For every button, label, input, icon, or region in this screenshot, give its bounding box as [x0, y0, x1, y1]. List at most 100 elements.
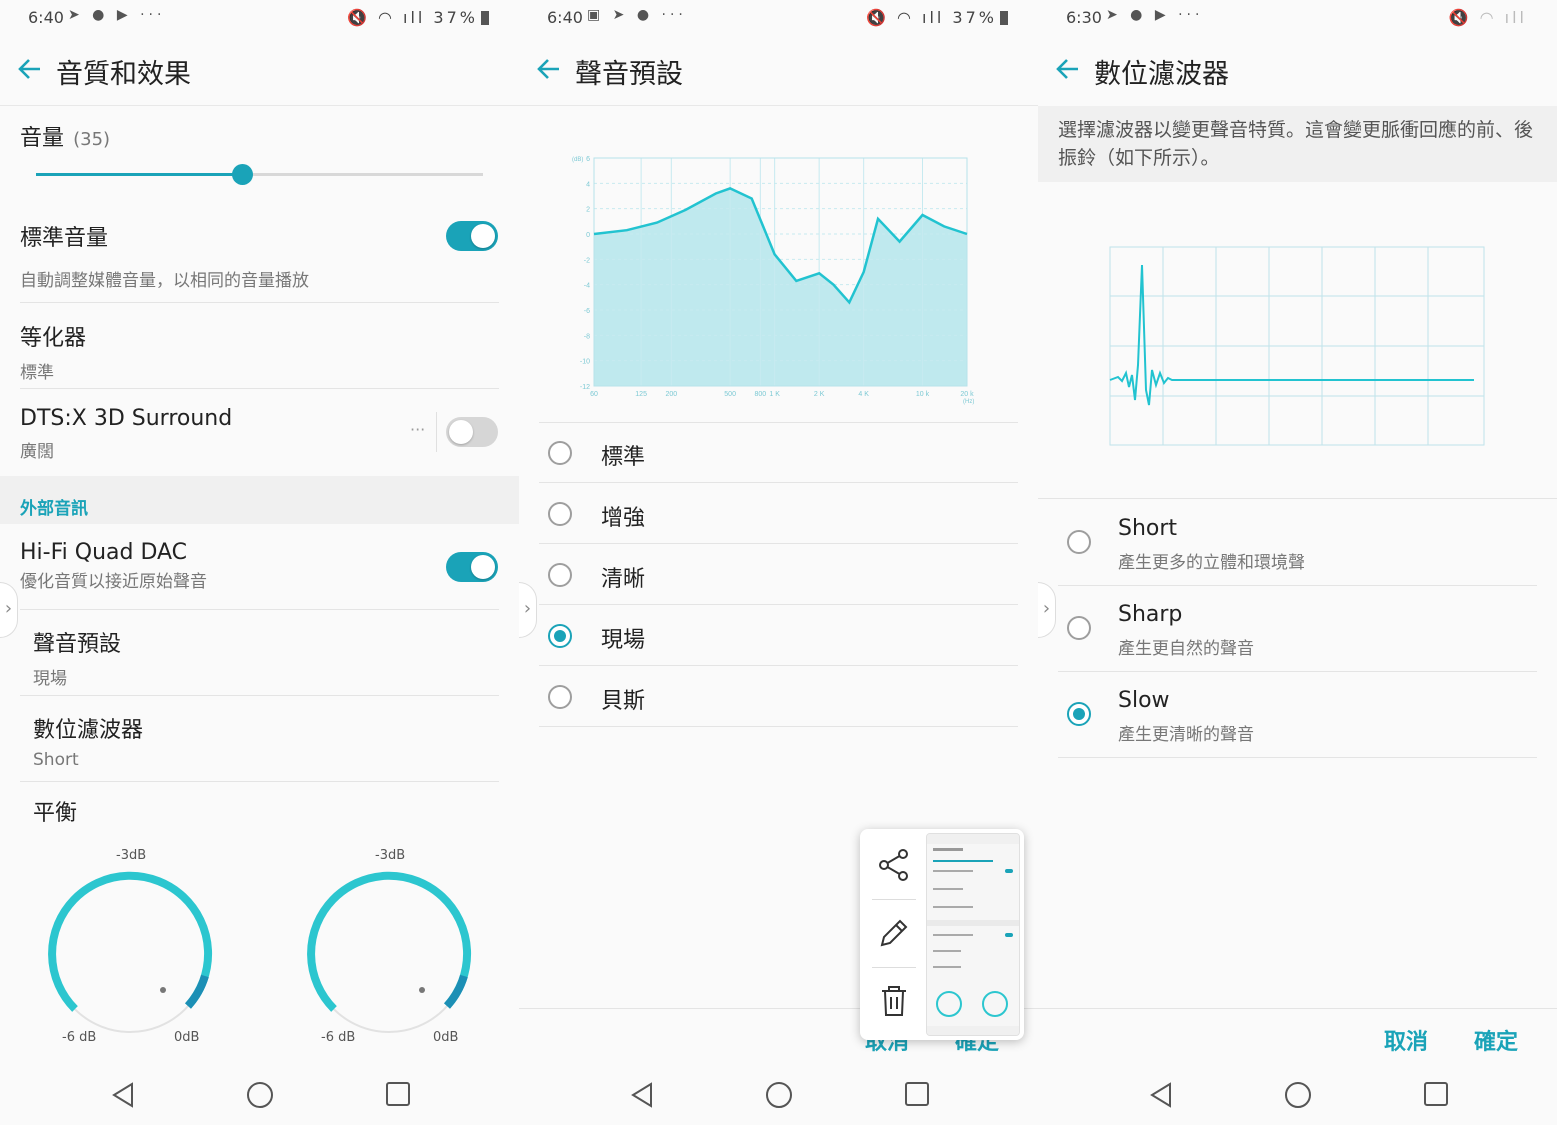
preset-option-live[interactable]: 現場: [539, 606, 1018, 666]
status-time: 6:30: [1066, 8, 1102, 27]
preset-option-label: 清晰: [601, 567, 646, 592]
preset-option-clear[interactable]: 清晰: [539, 545, 1018, 605]
navigation-bar: [0, 1063, 519, 1125]
hifi-toggle[interactable]: [446, 552, 498, 582]
nav-home-icon[interactable]: [1284, 1081, 1312, 1109]
standard-volume-row[interactable]: 標準音量 自動調整媒體音量，以相同的音量播放: [20, 220, 499, 291]
status-bar: 6:40 ▣ ➤ ● ··· 🔇 ◠ ıll 37%: [519, 0, 1038, 34]
page-title: 聲音預設: [575, 59, 683, 90]
standard-volume-toggle[interactable]: [446, 221, 498, 251]
dial-min-label: -6 dB: [62, 1030, 97, 1045]
button-bar-divider: [1038, 1008, 1557, 1009]
radio-button[interactable]: [1067, 530, 1091, 554]
sound-preset-row[interactable]: 聲音預設 現場: [33, 626, 499, 689]
pencil-icon[interactable]: [874, 913, 914, 953]
vertical-divider: [436, 412, 437, 452]
y-tick-label: 6: [586, 156, 590, 163]
ok-button[interactable]: 確定: [1474, 1024, 1518, 1056]
divider: [20, 609, 499, 610]
y-tick-label: -4: [584, 283, 590, 290]
cancel-button[interactable]: 取消: [1384, 1024, 1428, 1056]
share-icon[interactable]: [874, 845, 914, 885]
divider: [1038, 498, 1557, 499]
digital-filter-row[interactable]: 數位濾波器 Short: [33, 712, 499, 770]
filter-option-desc: 產生更自然的聲音: [1118, 639, 1254, 659]
nav-recents-icon[interactable]: [904, 1081, 930, 1107]
radio-button[interactable]: [548, 563, 572, 587]
nav-home-icon[interactable]: [765, 1081, 793, 1109]
page-title: 音質和效果: [56, 59, 191, 90]
x-tick-label: 500: [724, 391, 736, 398]
y-tick-label: -2: [584, 257, 590, 264]
back-arrow-icon[interactable]: [16, 54, 44, 84]
filter-option-short[interactable]: Short 產生更多的立體和環境聲: [1058, 500, 1537, 586]
dts-toggle[interactable]: [446, 417, 498, 447]
y-tick-label: 2: [586, 207, 590, 214]
nav-recents-icon[interactable]: [385, 1081, 411, 1107]
filter-option-name: Sharp: [1118, 602, 1183, 627]
y-tick-label: 0: [586, 232, 590, 239]
volume-label: 音量: [20, 126, 65, 151]
status-right-text: 🔇 ◠ ıll 37%: [346, 8, 478, 27]
divider: [20, 781, 499, 782]
dial-graphic: [307, 871, 472, 1033]
balance-dial-left[interactable]: -3dB -6 dB 0dB: [40, 846, 220, 1046]
back-arrow-icon[interactable]: [535, 54, 563, 84]
radio-button[interactable]: [548, 685, 572, 709]
volume-row: 音量 (35): [20, 120, 499, 152]
radio-button[interactable]: [548, 502, 572, 526]
radio-button[interactable]: [548, 624, 572, 648]
hifi-row[interactable]: Hi-Fi Quad DAC 優化音質以接近原始聲音: [20, 540, 499, 592]
equalizer-row[interactable]: 等化器 標準: [20, 320, 499, 383]
edge-panel-tab[interactable]: ›: [0, 582, 18, 638]
volume-slider[interactable]: [36, 164, 483, 186]
dts-title: DTS:X 3D Surround: [20, 406, 233, 431]
nav-back-icon[interactable]: [110, 1081, 136, 1109]
nav-back-icon[interactable]: [1148, 1081, 1174, 1109]
dts-row[interactable]: DTS:X 3D Surround 廣闊: [20, 406, 499, 462]
balance-dial-right[interactable]: -3dB -6 dB 0dB: [299, 846, 479, 1046]
x-tick-label: 200: [665, 391, 677, 398]
trash-icon[interactable]: [874, 981, 914, 1021]
sound-preset-title: 聲音預設: [33, 632, 122, 657]
x-tick-label: 800: [754, 391, 766, 398]
battery-icon: [1000, 11, 1008, 25]
preset-option-label: 增強: [601, 506, 646, 531]
radio-button[interactable]: [548, 441, 572, 465]
digital-filter-screen: 6:30 ➤ ● ▶ ··· 🔇 ◠ ıll 數位濾波器 選擇濾波器以變更聲音特…: [1038, 0, 1557, 1125]
hifi-subtitle: 優化音質以接近原始聲音: [20, 572, 207, 592]
back-arrow-icon[interactable]: [1054, 54, 1082, 84]
nav-recents-icon[interactable]: [1423, 1081, 1449, 1107]
edge-panel-tab[interactable]: ›: [1038, 582, 1056, 638]
y-tick-label: -12: [580, 384, 590, 391]
screenshot-thumbnail[interactable]: [926, 833, 1020, 1036]
preset-option-standard[interactable]: 標準: [539, 423, 1018, 483]
filter-option-name: Slow: [1118, 688, 1170, 713]
dial-max-label: 0dB: [174, 1030, 200, 1045]
filter-option-sharp[interactable]: Sharp 產生更自然的聲音: [1058, 586, 1537, 672]
preset-option-label: 標準: [601, 445, 646, 470]
radio-button[interactable]: [1067, 702, 1091, 726]
radio-button[interactable]: [1067, 616, 1091, 640]
filter-option-name: Short: [1118, 516, 1178, 541]
preset-option-label: 現場: [601, 628, 646, 653]
edge-panel-tab[interactable]: ›: [519, 582, 537, 638]
app-bar: 聲音預設: [519, 34, 1038, 106]
status-time: 6:40: [547, 8, 583, 27]
divider: [20, 388, 499, 389]
nav-home-icon[interactable]: [246, 1081, 274, 1109]
section-header-external-audio: 外部音訊: [0, 476, 519, 524]
nav-back-icon[interactable]: [629, 1081, 655, 1109]
divider: [872, 967, 916, 968]
status-bar: 6:30 ➤ ● ▶ ··· 🔇 ◠ ıll: [1038, 0, 1557, 34]
slider-thumb[interactable]: [231, 164, 253, 185]
filter-option-slow[interactable]: Slow 產生更清晰的聲音: [1058, 672, 1537, 758]
thumbnail-graphic: [927, 834, 1019, 1035]
status-right: 🔇 ◠ ıll: [1449, 8, 1527, 27]
preset-option-bass[interactable]: 貝斯: [539, 667, 1018, 727]
impulse-response-graph: [1109, 246, 1485, 446]
preset-option-enhanced[interactable]: 增強: [539, 484, 1018, 544]
x-tick-label: 125: [635, 391, 647, 398]
x-unit-label: (Hz): [963, 399, 974, 405]
dts-more-icon[interactable]: ···: [410, 420, 425, 439]
